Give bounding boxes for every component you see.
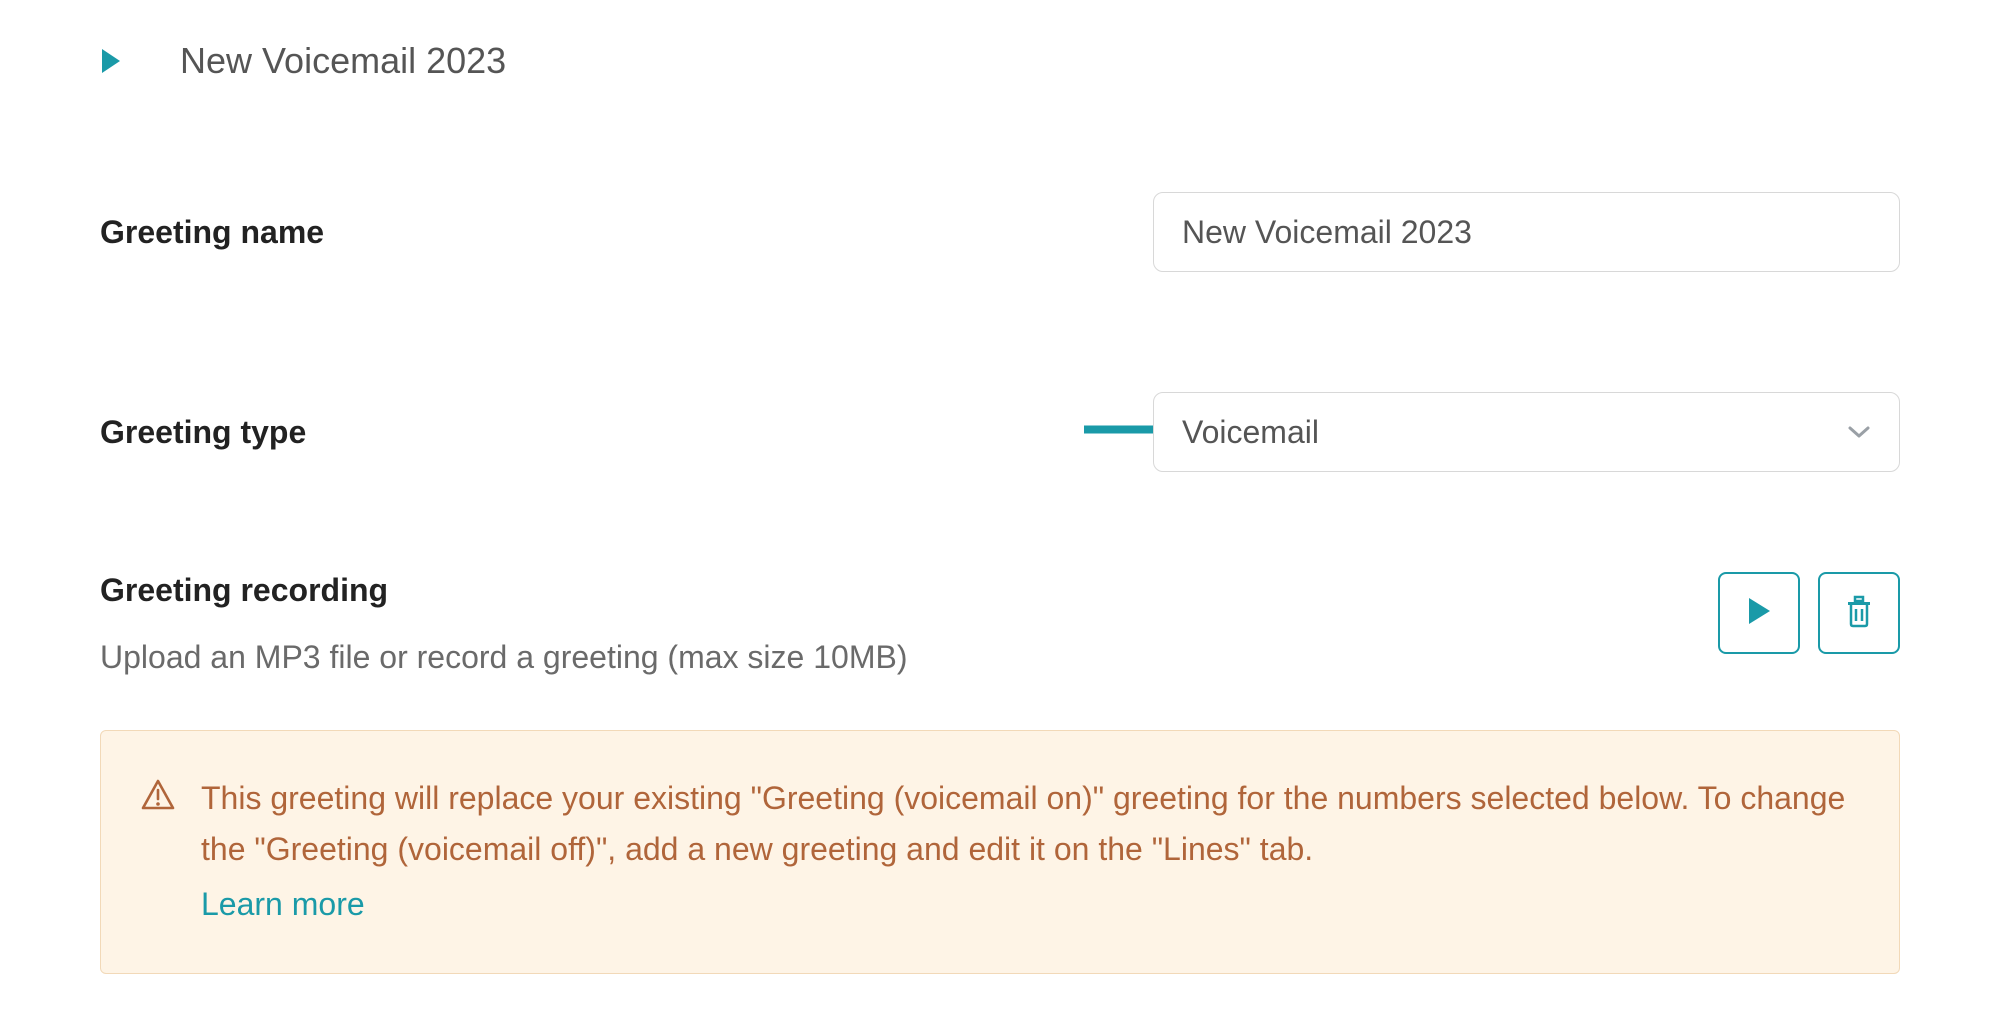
chevron-down-icon <box>1847 424 1871 440</box>
container-greeting-recording-text: Greeting recording Upload an MP3 file or… <box>100 572 907 676</box>
voicemail-greeting-form: New Voicemail 2023 Greeting name Greetin… <box>0 0 2000 1014</box>
play-recording-button[interactable] <box>1718 572 1800 654</box>
container-greeting-name-input <box>1153 192 1900 272</box>
container-greeting-type-select: Voicemail <box>1153 392 1900 472</box>
trash-icon <box>1844 594 1874 633</box>
greeting-recording-actions <box>1718 572 1900 654</box>
learn-more-link[interactable]: Learn more <box>201 879 1851 930</box>
label-greeting-type: Greeting type <box>100 414 920 451</box>
label-greeting-name: Greeting name <box>100 214 920 251</box>
warning-icon <box>141 773 175 816</box>
delete-recording-button[interactable] <box>1818 572 1900 654</box>
play-icon <box>1746 596 1772 631</box>
section-header: New Voicemail 2023 <box>100 40 1900 82</box>
row-greeting-name: Greeting name <box>100 192 1900 272</box>
row-greeting-type: Greeting type Voicemail <box>100 392 1900 472</box>
expand-triangle-icon[interactable] <box>100 47 122 75</box>
greeting-type-selected-value: Voicemail <box>1182 414 1319 451</box>
greeting-name-input[interactable] <box>1153 192 1900 272</box>
greeting-type-select[interactable]: Voicemail <box>1153 392 1900 472</box>
label-greeting-recording: Greeting recording <box>100 572 907 609</box>
warning-alert-text: This greeting will replace your existing… <box>201 780 1845 867</box>
help-greeting-recording: Upload an MP3 file or record a greeting … <box>100 639 907 676</box>
section-title: New Voicemail 2023 <box>180 40 506 82</box>
warning-alert: This greeting will replace your existing… <box>100 730 1900 974</box>
warning-alert-text-container: This greeting will replace your existing… <box>201 773 1851 931</box>
row-greeting-recording: Greeting recording Upload an MP3 file or… <box>100 572 1900 676</box>
